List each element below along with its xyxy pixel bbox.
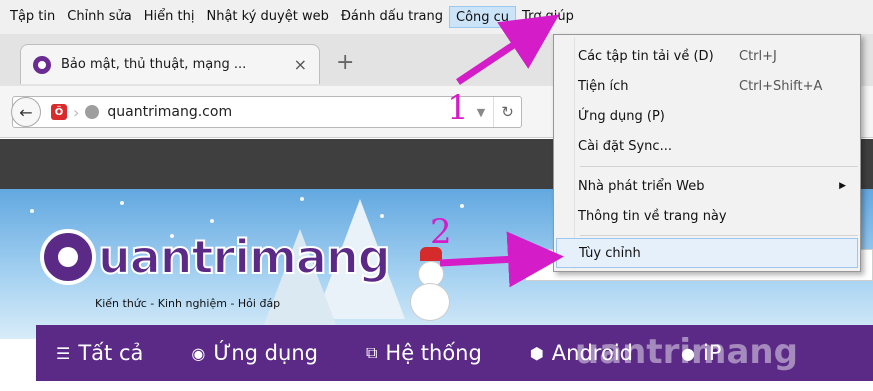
arrow-to-tools-menu (456, 14, 560, 85)
arrow-to-customize (439, 231, 564, 288)
annotation-step-2: 2 (430, 212, 452, 252)
annotation-arrows (439, 14, 564, 288)
annotation-step-1: 1 (447, 88, 469, 128)
